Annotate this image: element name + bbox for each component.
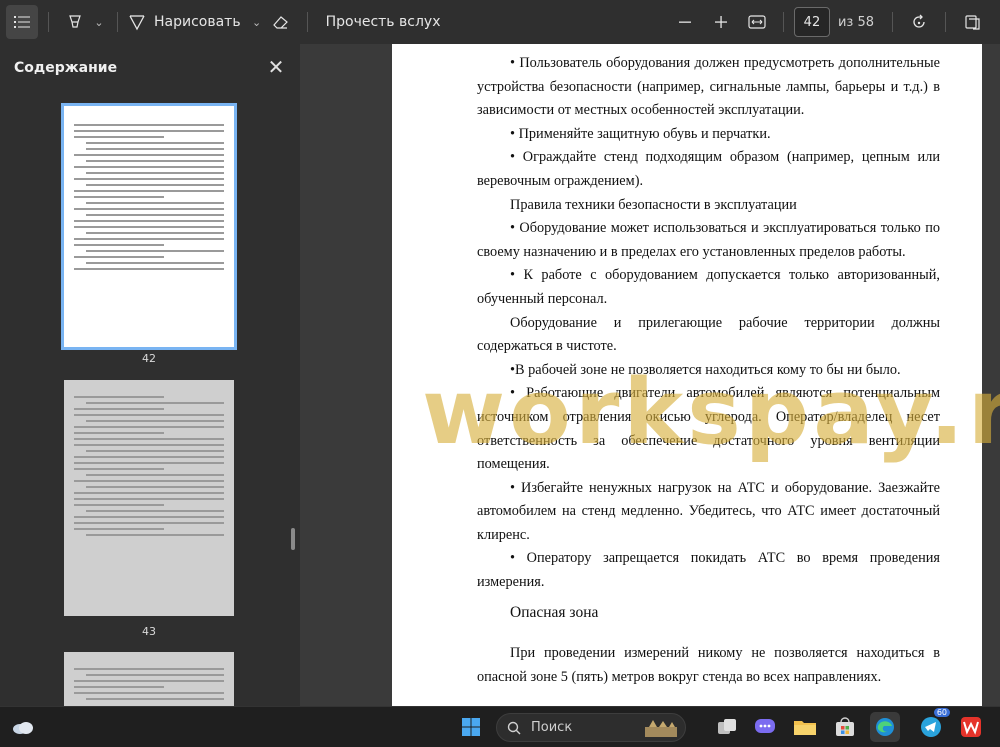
chat-icon bbox=[755, 719, 775, 733]
read-aloud-label: Прочесть вслух bbox=[325, 14, 441, 30]
start-button[interactable] bbox=[456, 712, 486, 742]
document-paragraph: Оборудование и прилегающие рабочие терри… bbox=[477, 314, 940, 355]
draw-dropdown-chevron-icon[interactable]: ⌄ bbox=[249, 16, 265, 29]
document-paragraph: • Избегайте ненужных нагрузок на АТС и о… bbox=[477, 479, 940, 543]
telegram-icon bbox=[921, 717, 941, 737]
document-paragraph: При проведении измерений никому не позво… bbox=[477, 645, 940, 685]
draw-label: Нарисовать bbox=[154, 14, 241, 30]
document-paragraph: • Работающие двигатели автомобилей являю… bbox=[477, 385, 940, 473]
pdf-reader-window: ⌄ Нарисовать ⌄ Прочесть вслух из 58 bbox=[0, 0, 1000, 706]
task-view-icon bbox=[718, 719, 736, 734]
close-sidebar-button[interactable]: ✕ bbox=[264, 56, 288, 80]
document-viewport[interactable]: • Пользователь оборудования должен преду… bbox=[300, 44, 1000, 706]
page-thumbnail-42[interactable] bbox=[61, 103, 237, 350]
task-view-button[interactable] bbox=[712, 712, 742, 742]
sidebar-scrollbar-thumb[interactable] bbox=[291, 528, 295, 550]
page-thumbnail-43[interactable] bbox=[64, 380, 234, 616]
toolbar-separator bbox=[945, 12, 946, 32]
close-icon: ✕ bbox=[267, 55, 285, 79]
taskbar: Поиск 60 bbox=[0, 706, 1000, 747]
wps-icon bbox=[961, 717, 981, 737]
weather-widget[interactable] bbox=[8, 712, 38, 742]
thumbnail-page-number: 43 bbox=[142, 625, 156, 638]
document-paragraph: Правила техники безопасности в эксплуата… bbox=[510, 196, 797, 213]
taskbar-search-box[interactable]: Поиск bbox=[496, 713, 686, 742]
minus-icon bbox=[678, 21, 691, 23]
cloud-icon bbox=[13, 722, 33, 734]
toolbar-separator bbox=[117, 12, 118, 32]
page-view-button[interactable] bbox=[956, 5, 988, 39]
document-paragraph: • Оператору запрещается покидать АТС во … bbox=[477, 550, 940, 591]
document-page: • Пользователь оборудования должен преду… bbox=[392, 44, 982, 706]
fit-width-button[interactable] bbox=[741, 5, 773, 39]
zoom-out-button[interactable] bbox=[669, 5, 701, 39]
document-paragraph: зависимости от местных особенностей эксп… bbox=[477, 102, 805, 119]
page-number-input[interactable] bbox=[793, 7, 830, 37]
thumbnail-page-number: 42 bbox=[142, 352, 156, 365]
highlighter-icon bbox=[69, 15, 81, 28]
edge-browser-button[interactable] bbox=[870, 712, 900, 742]
pen-icon bbox=[129, 15, 145, 31]
edge-icon bbox=[876, 718, 894, 736]
toolbar-separator bbox=[892, 12, 893, 32]
toolbar-separator bbox=[782, 12, 784, 32]
read-aloud-button[interactable]: Прочесть вслух bbox=[318, 5, 449, 39]
document-paragraph: • Ограждайте стенд подходящим образом (н… bbox=[477, 149, 940, 189]
page-thumbnail-44[interactable] bbox=[64, 652, 234, 706]
search-label: Поиск bbox=[531, 720, 573, 735]
document-paragraph: •В рабочей зоне не позволяется находитьс… bbox=[510, 361, 901, 378]
zoom-in-button[interactable] bbox=[705, 5, 737, 39]
page-view-icon bbox=[965, 15, 980, 30]
store-bag-icon bbox=[836, 717, 854, 736]
highlight-button[interactable] bbox=[59, 5, 91, 39]
page-total-label: из 58 bbox=[837, 14, 874, 30]
eraser-button[interactable] bbox=[265, 5, 297, 39]
search-highlight-image-icon bbox=[645, 719, 677, 737]
chat-app-button[interactable] bbox=[750, 712, 780, 742]
section-heading: Опасная зона bbox=[510, 603, 599, 621]
toolbar-separator bbox=[306, 12, 308, 32]
list-icon bbox=[14, 16, 30, 28]
rotate-icon bbox=[913, 14, 925, 28]
rotate-button[interactable] bbox=[903, 5, 935, 39]
toolbar: ⌄ Нарисовать ⌄ Прочесть вслух из 58 bbox=[0, 0, 1000, 44]
windows-logo-icon bbox=[462, 718, 480, 736]
sidebar-title: Содержание bbox=[14, 60, 118, 76]
telegram-button[interactable]: 60 bbox=[916, 708, 950, 742]
document-paragraph: • К работе с оборудованием допускается т… bbox=[477, 267, 940, 307]
eraser-icon bbox=[272, 16, 288, 29]
highlight-dropdown-chevron-icon[interactable]: ⌄ bbox=[91, 16, 107, 29]
plus-icon bbox=[714, 16, 727, 28]
folder-icon bbox=[794, 721, 816, 735]
telegram-unread-badge: 60 bbox=[933, 708, 950, 717]
document-paragraph: • Пользователь оборудования должен преду… bbox=[477, 55, 940, 95]
wps-office-button[interactable] bbox=[956, 712, 986, 742]
file-explorer-button[interactable] bbox=[790, 712, 820, 742]
document-paragraph: • Оборудование может использоваться и эк… bbox=[477, 220, 940, 260]
table-of-contents-toggle[interactable] bbox=[6, 5, 38, 39]
store-button[interactable] bbox=[830, 712, 860, 742]
table-of-contents-panel: Содержание ✕ 42 43 bbox=[0, 44, 300, 706]
document-paragraph: • Применяйте защитную обувь и перчатки. bbox=[510, 125, 771, 142]
fit-width-icon bbox=[748, 15, 766, 29]
search-icon bbox=[507, 721, 521, 734]
toolbar-separator bbox=[48, 12, 49, 32]
draw-button[interactable]: Нарисовать bbox=[128, 5, 249, 39]
